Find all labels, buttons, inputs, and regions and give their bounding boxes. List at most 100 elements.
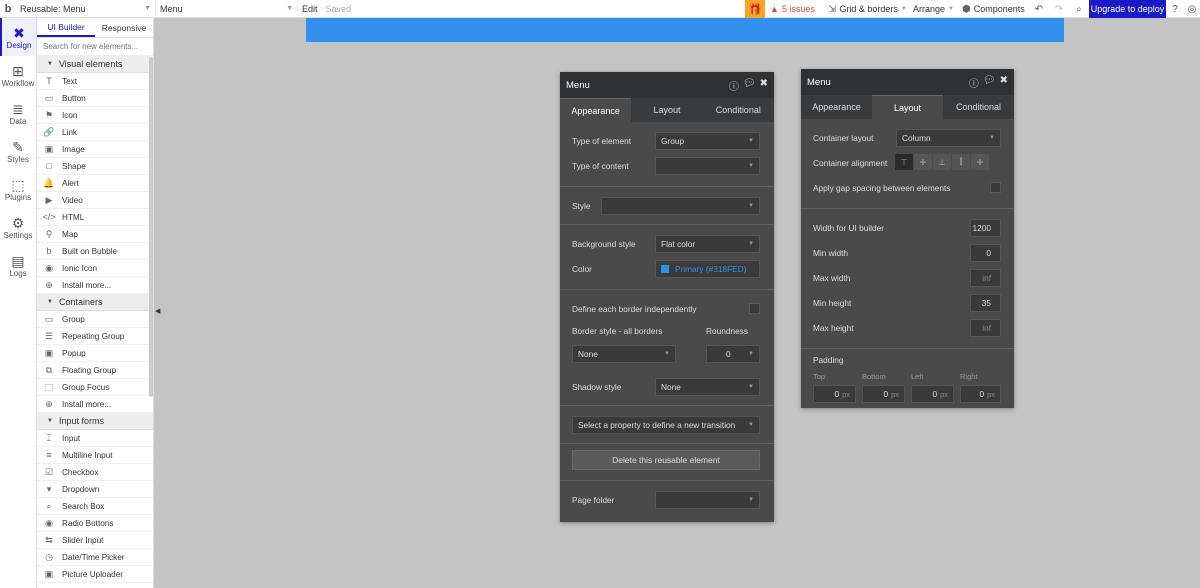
nav-settings[interactable]: ⚙ Settings (0, 208, 36, 246)
color-picker[interactable]: Primary (#318FED) (655, 259, 760, 278)
editor-header[interactable]: Menu ⓘ 💬︎ ✖ (560, 72, 774, 98)
palette-item[interactable]: T Text (37, 73, 153, 90)
palette-item[interactable]: ◉ Radio Buttons (37, 515, 153, 532)
info-icon[interactable]: ⓘ (969, 75, 979, 90)
palette-item[interactable]: ⇆ Slider Input (37, 532, 153, 549)
palette-item[interactable]: ⊕ Install more... (37, 396, 153, 413)
tab-layout[interactable]: Layout (872, 95, 943, 119)
delete-reusable-button[interactable]: Delete this reusable element (572, 450, 760, 470)
palette-section-header[interactable]: ▼ Containers (37, 294, 153, 311)
container-layout-dropdown[interactable]: Column ▼ (896, 128, 1001, 147)
padding-bottom-input[interactable]: 0 px (862, 385, 905, 403)
user-icon[interactable]: ◎ (1184, 0, 1200, 18)
close-icon[interactable]: ✖ (1000, 75, 1008, 90)
palette-item[interactable]: ◉ Ionic Icon (37, 260, 153, 277)
nav-workflow[interactable]: ⊞ Workflow (0, 56, 36, 94)
align-stretch-icon[interactable]: ⫿ (952, 154, 971, 170)
tab-layout[interactable]: Layout (631, 98, 702, 122)
tab-conditional[interactable]: Conditional (703, 98, 774, 122)
comment-icon[interactable]: 💬︎ (983, 75, 996, 90)
border-style-dropdown[interactable]: None ▼ (572, 344, 676, 363)
palette-item[interactable]: ▭ Group (37, 311, 153, 328)
padding-right-input[interactable]: 0 px (960, 385, 1001, 403)
palette-item[interactable]: ▶ Video (37, 192, 153, 209)
info-icon[interactable]: ⓘ (729, 78, 739, 93)
align-center-icon[interactable]: ✛ (914, 154, 933, 170)
collapse-panel-icon[interactable]: ◀ (155, 305, 161, 317)
upgrade-button[interactable]: Upgrade to deploy (1089, 0, 1166, 18)
style-dropdown[interactable]: ▼ (601, 196, 760, 215)
palette-item[interactable]: </> HTML (37, 209, 153, 226)
nav-plugins[interactable]: ⬚ Plugins (0, 170, 36, 208)
page-selector[interactable]: Reusable: Menu ▼ (16, 0, 156, 18)
border-independent-checkbox[interactable] (749, 303, 760, 314)
palette-section-header[interactable]: ▼ Input forms (37, 413, 153, 430)
search-icon[interactable]: ⌕ (1071, 0, 1087, 18)
palette-item[interactable]: ▣ Image (37, 141, 153, 158)
shadow-style-dropdown[interactable]: None ▼ (655, 377, 760, 396)
tab-ui-builder[interactable]: UI Builder (37, 18, 95, 37)
redo-icon[interactable]: ↷ (1051, 0, 1067, 18)
palette-section-header[interactable]: ▼ Visual elements (37, 56, 153, 73)
element-selector[interactable]: Menu ▼ (156, 0, 298, 18)
palette-item[interactable]: ⚑ Icon (37, 107, 153, 124)
tab-appearance[interactable]: Appearance (801, 95, 872, 119)
align-distribute-icon[interactable]: ✛ (971, 154, 990, 170)
components-button[interactable]: ⬢ Components (962, 0, 1025, 18)
palette-item[interactable]: ▣ Picture Uploader (37, 566, 153, 583)
undo-icon[interactable]: ↶ (1031, 0, 1047, 18)
gift-icon[interactable]: 🎁 (745, 0, 765, 18)
palette-item[interactable]: ▾ Dropdown (37, 481, 153, 498)
arrange-button[interactable]: Arrange ▼ (913, 0, 954, 18)
grid-borders-button[interactable]: ⇲ Grid & borders ▼ (828, 0, 907, 18)
palette-item[interactable]: 🔔 Alert (37, 175, 153, 192)
palette-item[interactable]: b Built on Bubble (37, 243, 153, 260)
align-bottom-icon[interactable]: ⊥ (933, 154, 952, 170)
page-folder-dropdown[interactable]: ▼ (655, 490, 760, 509)
palette-item[interactable]: ⌕ Search Box (37, 498, 153, 515)
palette-item[interactable]: ⌶ Input (37, 430, 153, 447)
reusable-menu-element[interactable] (306, 18, 1064, 42)
nav-data[interactable]: ≣ Data (0, 94, 36, 132)
padding-top-input[interactable]: 0 px (813, 385, 856, 403)
palette-item[interactable]: ☰ Repeating Group (37, 328, 153, 345)
type-of-element-dropdown[interactable]: Group ▼ (655, 131, 760, 150)
palette-item[interactable]: ⊕ Install more... (37, 277, 153, 294)
palette-item[interactable]: ◷ Date/Time Picker (37, 549, 153, 566)
comment-icon[interactable]: 💬︎ (743, 78, 756, 93)
palette-item[interactable]: ⚲ Map (37, 226, 153, 243)
edit-mode[interactable]: Edit (298, 4, 322, 14)
nav-logs[interactable]: ▤ Logs (0, 246, 36, 284)
background-style-dropdown[interactable]: Flat color ▼ (655, 234, 760, 253)
palette-item[interactable]: ⧉ Floating Group (37, 362, 153, 379)
help-icon[interactable]: ? (1167, 0, 1183, 18)
search-elements-input[interactable] (43, 42, 151, 51)
nav-styles[interactable]: ✎ Styles (0, 132, 36, 170)
roundness-input[interactable]: 0 ▼ (706, 344, 760, 363)
palette-item[interactable]: ≡ Multiline Input (37, 447, 153, 464)
palette-item[interactable]: ☑ Checkbox (37, 464, 153, 481)
gap-spacing-checkbox[interactable] (990, 182, 1001, 193)
max-width-input[interactable]: inf (970, 268, 1001, 287)
min-height-input[interactable]: 35 (970, 293, 1001, 312)
tab-responsive[interactable]: Responsive (95, 18, 153, 37)
palette-item[interactable]: ⬚ Group Focus (37, 379, 153, 396)
editor-header[interactable]: Menu ⓘ 💬︎ ✖ (801, 69, 1014, 95)
bubble-logo-icon[interactable]: b (0, 0, 16, 18)
min-width-input[interactable]: 0 (970, 243, 1001, 262)
palette-item[interactable]: 🔗 Link (37, 124, 153, 141)
issues-button[interactable]: ▲ 5 issues (770, 0, 815, 18)
tab-appearance[interactable]: Appearance (560, 98, 632, 122)
palette-item[interactable]: ▭ Button (37, 90, 153, 107)
padding-left-input[interactable]: 0 px (911, 385, 954, 403)
align-top-icon[interactable]: ⊤ (895, 154, 914, 170)
close-icon[interactable]: ✖ (760, 78, 768, 93)
palette-scrollbar[interactable] (149, 57, 153, 397)
tab-conditional[interactable]: Conditional (943, 95, 1014, 119)
palette-item[interactable]: ▣ Popup (37, 345, 153, 362)
palette-item[interactable]: □ Shape (37, 158, 153, 175)
max-height-input[interactable]: inf (970, 318, 1001, 337)
width-input[interactable]: 1200 (970, 218, 1001, 237)
type-of-content-dropdown[interactable]: ▼ (655, 156, 760, 175)
transition-dropdown[interactable]: Select a property to define a new transi… (572, 415, 760, 434)
